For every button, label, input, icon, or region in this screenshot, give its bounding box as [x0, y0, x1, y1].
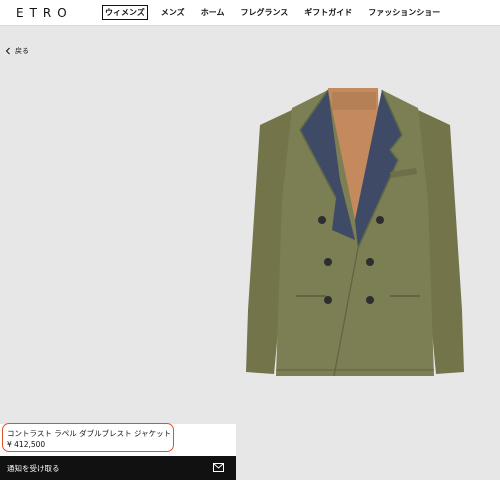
product-name: コントラスト ラペル ダブルブレスト ジャケット: [7, 429, 172, 438]
etro-logo[interactable]: ETRO: [16, 6, 73, 20]
chevron-left-icon: [5, 47, 10, 55]
nav-item-home[interactable]: ホーム: [198, 5, 228, 20]
main-nav: ウィメンズ メンズ ホーム フレグランス ギフトガイド ファッションショー: [102, 5, 453, 20]
notify-button[interactable]: 通知を受け取る: [0, 456, 236, 480]
mail-icon: [213, 463, 224, 472]
nav-item-fashion-show[interactable]: ファッションショー: [365, 5, 443, 20]
back-link[interactable]: 戻る: [4, 46, 29, 56]
nav-item-fragrance[interactable]: フレグランス: [237, 5, 291, 20]
product-price: ¥ 412,500: [7, 440, 46, 449]
nav-item-gift-guide[interactable]: ギフトガイド: [301, 5, 355, 20]
nav-item-womens[interactable]: ウィメンズ: [102, 5, 148, 20]
notify-label: 通知を受け取る: [7, 463, 60, 473]
double-breasted-jacket-image: [246, 88, 464, 377]
product-info: コントラスト ラペル ダブルブレスト ジャケット ¥ 412,500: [0, 424, 236, 456]
back-label: 戻る: [15, 47, 29, 55]
site-header: ETRO ウィメンズ メンズ ホーム フレグランス ギフトガイド ファッションシ…: [0, 0, 500, 26]
nav-item-mens[interactable]: メンズ: [158, 5, 188, 20]
